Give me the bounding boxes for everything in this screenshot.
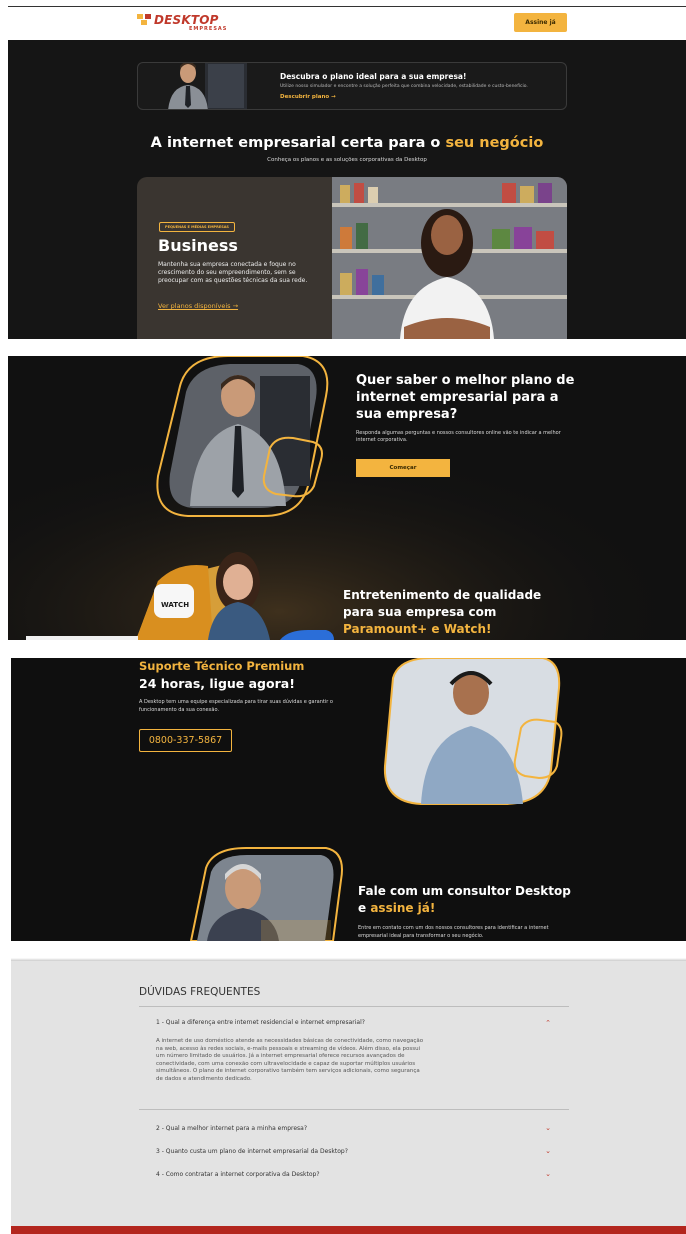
support-title: Suporte Técnico Premium xyxy=(139,659,305,673)
entertainment-title-text: Entretenimento de qualidade para sua emp… xyxy=(343,588,542,619)
faq-question-1[interactable]: 1 - Qual a diferença entre internet resi… xyxy=(156,1019,536,1026)
business-tag: PEQUENAS E MÉDIAS EMPRESAS xyxy=(159,222,235,232)
watch-badge-text: WATCH xyxy=(161,601,189,609)
entertainment-title: Entretenimento de qualidade para sua emp… xyxy=(343,587,573,638)
chevron-down-icon[interactable]: ⌄ xyxy=(543,1147,553,1157)
consultant-description: Entre em contato com um dos nossos consu… xyxy=(358,925,549,939)
faq-question-4[interactable]: 4 - Como contratar a internet corporativ… xyxy=(156,1171,536,1178)
footer-bar xyxy=(11,1226,686,1234)
support-subtitle: 24 horas, ligue agora! xyxy=(139,676,295,691)
faq-section xyxy=(11,961,686,1234)
business-title: Business xyxy=(158,236,238,255)
faq-answer-1: A internet de uso doméstico atende as ne… xyxy=(156,1038,424,1082)
comecar-button[interactable]: Começar xyxy=(356,459,450,477)
faq-divider xyxy=(139,1109,569,1110)
faq-heading: DÚVIDAS FREQUENTES xyxy=(139,986,261,998)
faq-divider xyxy=(139,1006,569,1007)
support-description: A Desktop tem uma equipe especializada p… xyxy=(139,699,333,713)
consultant-highlight: assine já! xyxy=(370,901,436,915)
support-phone-link[interactable]: 0800-337-5867 xyxy=(139,729,232,752)
ver-planos-link[interactable]: Ver planos disponíveis → xyxy=(158,302,238,310)
hero-title-text: A internet empresarial certa para o xyxy=(150,135,446,151)
business-description: Mantenha sua empresa conectada e foque n… xyxy=(158,261,308,285)
promo-description: Utilize nosso simulador e encontre a sol… xyxy=(280,84,528,89)
business-plan-card: PEQUENAS E MÉDIAS EMPRESAS Business Mant… xyxy=(137,177,567,339)
faq-question-2[interactable]: 2 - Qual a melhor internet para a minha … xyxy=(156,1125,536,1132)
faq-question-3[interactable]: 3 - Quanto custa um plano de internet em… xyxy=(156,1148,536,1155)
top-divider xyxy=(8,6,686,7)
logo-subtext: EMPRESAS xyxy=(189,26,228,32)
consult-title: Quer saber o melhor plano de internet em… xyxy=(356,373,575,422)
businessman-photo xyxy=(168,63,247,109)
desktop-logo[interactable]: DESKTOP EMPRESAS xyxy=(137,13,227,35)
entertainment-highlight: Paramount+ e Watch! xyxy=(343,622,492,636)
chevron-down-icon[interactable]: ⌄ xyxy=(543,1170,553,1180)
chevron-down-icon[interactable]: ⌄ xyxy=(543,1124,553,1134)
site-header xyxy=(8,8,686,40)
hero-title: A internet empresarial certa para o seu … xyxy=(8,135,686,151)
plan-simulator-banner[interactable]: Descubra o plano ideal para a sua empres… xyxy=(137,62,567,110)
shop-owner-photo xyxy=(332,177,567,339)
hero-subtitle: Conheça os planos e as soluções corporat… xyxy=(267,157,427,163)
promo-title: Descubra o plano ideal para a sua empres… xyxy=(280,72,467,81)
logo-mark-icon xyxy=(137,14,151,25)
consultant-title: Fale com um consultor Desktop e assine j… xyxy=(358,883,578,917)
consult-description: Responda algumas perguntas e nossos cons… xyxy=(356,430,561,443)
descubrir-plano-link[interactable]: Descubrir plano → xyxy=(280,94,336,100)
hero-title-highlight: seu negócio xyxy=(445,135,544,151)
assine-ja-button[interactable]: Assine já xyxy=(514,13,567,32)
logo-text: DESKTOP xyxy=(154,13,219,27)
chevron-up-icon[interactable]: ⌃ xyxy=(543,1019,553,1029)
